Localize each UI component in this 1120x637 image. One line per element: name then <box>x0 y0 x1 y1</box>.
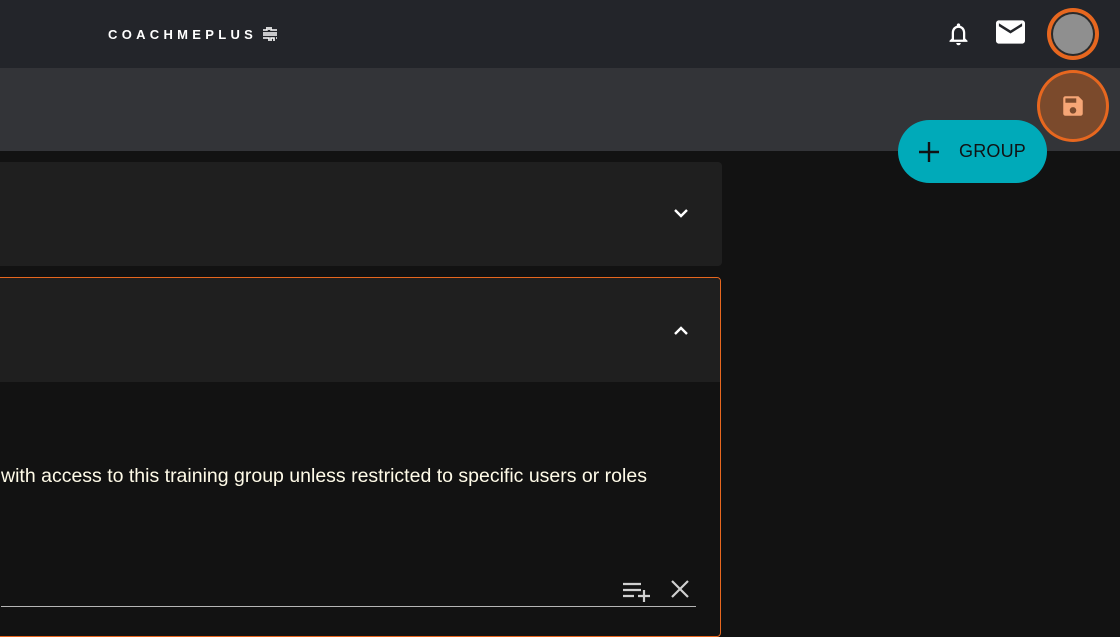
save-fab-face <box>1040 73 1106 139</box>
input-underline[interactable] <box>1 606 696 607</box>
save-button[interactable] <box>1037 70 1109 142</box>
collapsed-section-header[interactable] <box>0 162 722 266</box>
coachmeplus-logo[interactable]: COACHMEPLUS <box>108 25 278 43</box>
top-app-bar: COACHMEPLUS <box>0 0 1120 68</box>
avatar-ring <box>1051 12 1095 56</box>
chevron-up-icon[interactable] <box>672 322 690 340</box>
playlist-add-icon[interactable] <box>622 580 652 604</box>
avatar <box>1053 14 1093 54</box>
expanded-section: with access to this training group unles… <box>0 277 721 637</box>
save-icon <box>1063 96 1083 116</box>
logo-text: COACHMEPLUS <box>108 26 258 42</box>
mail-icon[interactable] <box>996 20 1025 44</box>
notifications-icon[interactable] <box>945 19 972 49</box>
logo-mark-icon <box>263 27 278 41</box>
add-group-button[interactable]: GROUP <box>898 120 1047 183</box>
section-description: with access to this training group unles… <box>1 465 647 487</box>
clear-icon[interactable] <box>670 579 690 599</box>
expanded-section-header[interactable] <box>0 278 720 382</box>
chevron-down-icon[interactable] <box>672 204 690 222</box>
add-group-label: GROUP <box>959 141 1027 161</box>
user-avatar-button[interactable] <box>1047 8 1099 60</box>
plus-icon <box>919 141 939 162</box>
